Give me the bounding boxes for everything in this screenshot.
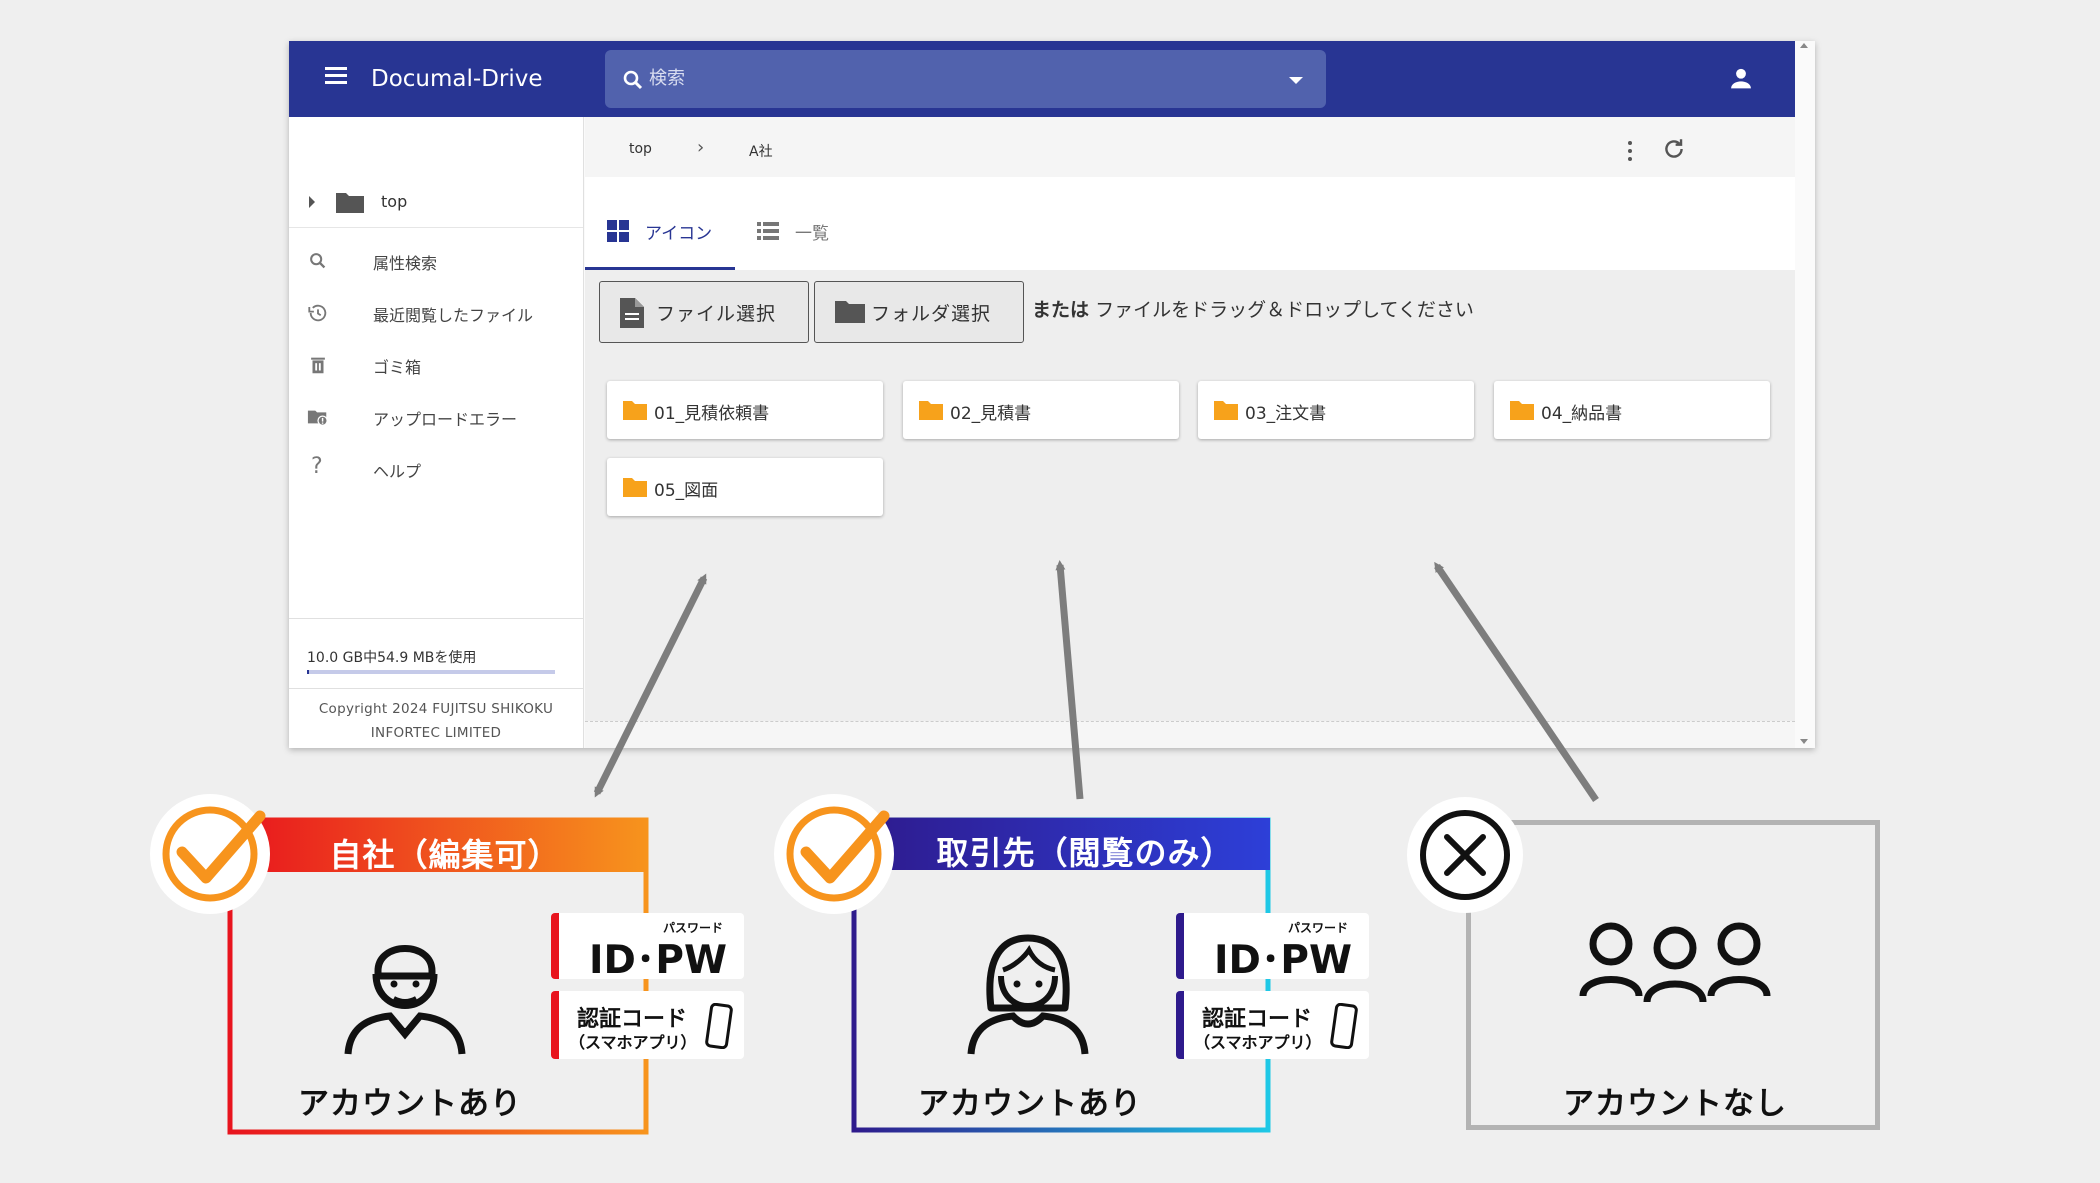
idpw-badge: パスワード ID･PW bbox=[1176, 913, 1369, 983]
badge-app: （スマホアプリ） bbox=[1194, 1033, 1322, 1052]
check-icon bbox=[150, 794, 270, 914]
auth-code-badge: 認証コード （スマホアプリ） bbox=[1176, 991, 1369, 1059]
badge-idpw: ID･PW bbox=[1214, 938, 1352, 983]
arrow-partner bbox=[1055, 560, 1084, 800]
panel-title: 自社（編集可） bbox=[329, 836, 561, 874]
account-label: アカウントあり bbox=[918, 1086, 1142, 1122]
panel-title: 取引先（閲覧のみ） bbox=[936, 834, 1234, 872]
cross-icon bbox=[1407, 797, 1523, 913]
badge-idpw: ID･PW bbox=[589, 938, 727, 983]
idpw-badge: パスワード ID･PW bbox=[551, 913, 744, 983]
auth-code-badge: 認証コード （スマホアプリ） bbox=[551, 991, 744, 1059]
smartphone-icon bbox=[1330, 1003, 1358, 1049]
check-icon bbox=[774, 794, 894, 914]
male-user-icon bbox=[344, 945, 466, 1055]
account-label: アカウントあり bbox=[298, 1086, 522, 1122]
account-label: アカウントなし bbox=[1563, 1086, 1787, 1122]
group-users-icon bbox=[1579, 922, 1771, 1003]
badge-app: （スマホアプリ） bbox=[569, 1033, 697, 1052]
female-user-icon bbox=[967, 934, 1089, 1055]
arrow-own-company bbox=[593, 573, 708, 798]
smartphone-icon bbox=[705, 1003, 733, 1049]
arrow-no-account bbox=[1434, 561, 1599, 802]
